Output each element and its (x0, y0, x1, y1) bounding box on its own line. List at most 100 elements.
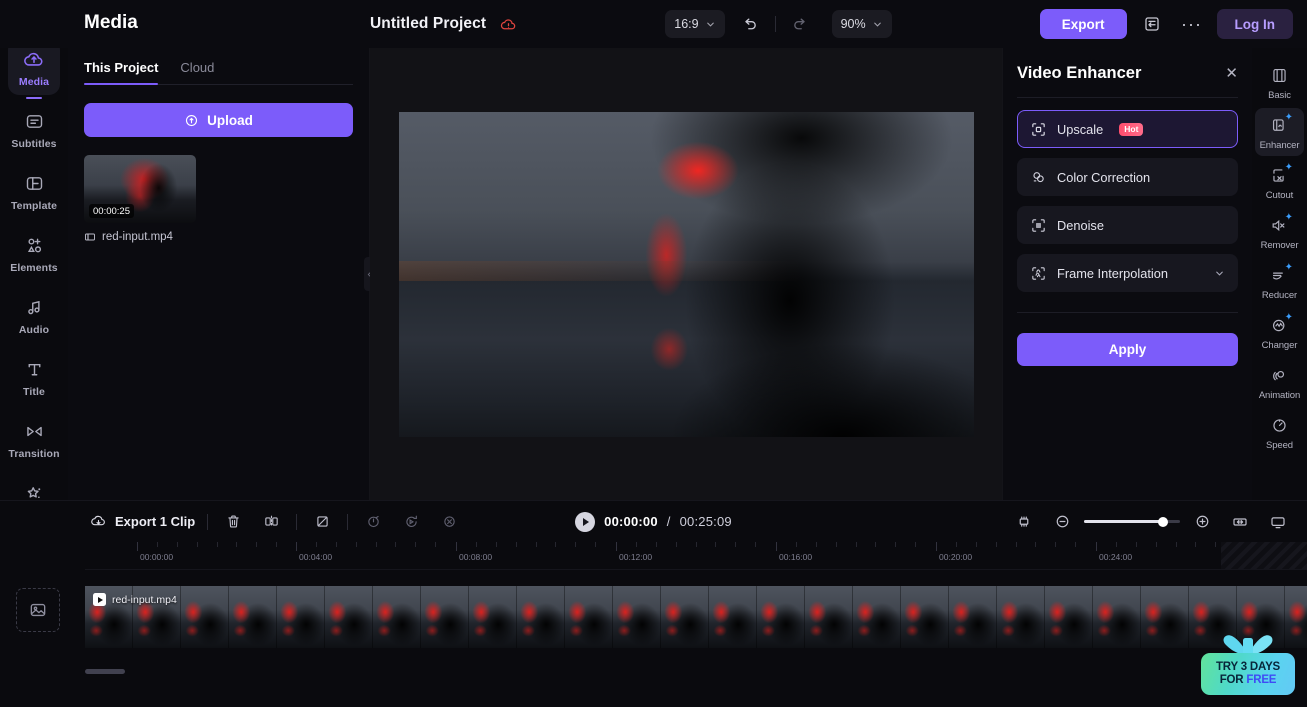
template-icon (24, 172, 45, 194)
toolbar-divider (347, 513, 349, 530)
ruler-tick-minor (735, 542, 737, 547)
sidebar-item-transition[interactable]: Transition (8, 411, 60, 467)
tool-animation[interactable]: Animation (1255, 358, 1304, 406)
ruler-tick-minor (755, 542, 757, 547)
upload-button[interactable]: Upload (84, 103, 353, 137)
fit-width-icon[interactable] (1227, 509, 1253, 535)
ruler-tick-major (137, 542, 138, 551)
sidebar-item-subtitles[interactable]: Subtitles (8, 101, 60, 157)
timeline-horizontal-scrollbar[interactable] (85, 669, 125, 674)
cloud-alert-icon[interactable] (500, 16, 517, 33)
option-color-correction[interactable]: Color Correction (1017, 158, 1238, 196)
sidebar-item-label: Elements (10, 262, 58, 274)
tool-speed[interactable]: Speed (1255, 408, 1304, 456)
video-preview[interactable] (398, 111, 974, 437)
promo-accent: FREE (1246, 674, 1277, 686)
freeze-frame-icon[interactable] (436, 509, 462, 535)
timeline-clip[interactable]: red-input.mp4 (85, 586, 1307, 648)
sidebar-item-effect[interactable]: Effect (8, 473, 60, 500)
ruler-tick-label: 00:20:00 (939, 552, 973, 562)
sidebar-item-audio[interactable]: Audio (8, 287, 60, 343)
video-track-header[interactable] (16, 588, 60, 632)
option-frame-interpolation[interactable]: Frame Interpolation (1017, 254, 1238, 292)
timeline-ruler[interactable]: 00:00:00 00:04:00 00:08:00 00:12:00 00:16:00… (85, 542, 1307, 570)
video-track-icon (30, 603, 46, 617)
option-upscale[interactable]: Upscale Hot (1017, 110, 1238, 148)
sidebar-item-media[interactable]: Media (8, 48, 60, 95)
promo-banner[interactable]: TRY 3 DAYS FOR FREE (1201, 633, 1295, 695)
ruler-tick-minor (176, 542, 178, 547)
panel-title: Video Enhancer (1017, 64, 1142, 82)
zoom-in-icon[interactable] (1189, 509, 1215, 535)
magnet-snap-icon[interactable] (1011, 509, 1037, 535)
redo-icon[interactable] (786, 10, 816, 38)
tool-enhancer[interactable]: ✦ Enhancer (1255, 108, 1304, 156)
elements-icon (24, 234, 45, 256)
main-body: M Media Subtitles Template (0, 12, 1307, 500)
close-icon[interactable]: ✕ (1225, 66, 1238, 81)
sidebar-item-title[interactable]: Title (8, 349, 60, 405)
zoom-level-selector[interactable]: 90% (831, 10, 892, 38)
export-cloud-icon (91, 515, 105, 526)
tab-cloud[interactable]: Cloud (180, 60, 214, 84)
sidebar-item-elements[interactable]: Elements (8, 225, 60, 281)
split-icon[interactable] (258, 509, 284, 535)
tool-changer[interactable]: ✦ Changer (1255, 308, 1304, 356)
upload-cloud-icon (186, 114, 198, 126)
toolbar-divider (207, 513, 209, 530)
speed-ramp-icon[interactable] (360, 509, 386, 535)
zoom-out-icon[interactable] (1049, 509, 1075, 535)
trash-icon[interactable] (220, 509, 246, 535)
ruler-tick-minor (1135, 542, 1137, 547)
clip-filmstrip (85, 586, 1307, 648)
tab-this-project[interactable]: This Project (84, 60, 159, 85)
tool-remover[interactable]: ✦ Remover (1255, 208, 1304, 256)
aspect-ratio-value: 16:9 (674, 17, 699, 31)
ai-sparkle-badge: ✦ (1284, 262, 1293, 273)
aspect-ratio-selector[interactable]: 16:9 (665, 10, 725, 38)
tool-label: Enhancer (1259, 140, 1300, 151)
panel-divider-bottom (1017, 312, 1238, 313)
play-button[interactable] (575, 511, 596, 532)
tool-cutout[interactable]: ✦ Cutout (1255, 158, 1304, 206)
filmstrip-frame (613, 586, 661, 648)
crop-icon[interactable] (309, 509, 335, 535)
sidebar-item-template[interactable]: Template (8, 163, 60, 219)
more-options-button[interactable]: ··· (1177, 10, 1207, 38)
ruler-tick-minor (315, 542, 317, 547)
zoom-slider-knob[interactable] (1157, 516, 1168, 527)
subtitles-icon (24, 110, 45, 132)
ruler-tick-minor (1195, 542, 1197, 547)
tool-basic[interactable]: Basic (1255, 58, 1304, 106)
ruler-tick-minor (515, 542, 517, 547)
export-clip-label: Export 1 Clip (115, 514, 196, 529)
status-badge: Hot (1119, 122, 1144, 136)
tool-label: Cutout (1265, 190, 1294, 201)
login-button[interactable]: Log In (1216, 9, 1293, 39)
ruler-tick-minor (675, 542, 677, 547)
tool-reducer[interactable]: ✦ Reducer (1255, 258, 1304, 306)
more-options-label: ··· (1181, 14, 1202, 34)
ruler-tick-major (1096, 542, 1097, 551)
chevron-down-icon (706, 22, 714, 27)
apply-button[interactable]: Apply (1017, 333, 1238, 366)
undo-icon[interactable] (735, 10, 765, 38)
option-label: Upscale (1057, 121, 1104, 137)
timeline-zoom-slider[interactable] (1049, 509, 1215, 535)
zoom-slider-track[interactable] (1084, 516, 1180, 527)
filmstrip-frame (1141, 586, 1189, 648)
chevron-down-icon[interactable] (1214, 268, 1225, 279)
option-denoise[interactable]: Denoise (1017, 206, 1238, 244)
export-clip-button[interactable]: Export 1 Clip (90, 513, 195, 530)
zoom-slider-fill (1084, 520, 1163, 523)
preview-render-icon[interactable] (1265, 509, 1291, 535)
promo-line-2-prefix: FOR (1219, 674, 1247, 686)
ruler-tick-minor (575, 542, 577, 547)
reverse-icon[interactable] (398, 509, 424, 535)
ruler-tick-minor (1015, 542, 1017, 547)
save-icon[interactable] (1137, 10, 1167, 38)
media-thumbnail[interactable]: 00:00:25 (84, 155, 196, 223)
upload-button-label: Upload (207, 112, 253, 128)
export-button[interactable]: Export (1039, 9, 1127, 39)
media-item[interactable]: 00:00:25 red-input.mp4 (84, 155, 196, 243)
